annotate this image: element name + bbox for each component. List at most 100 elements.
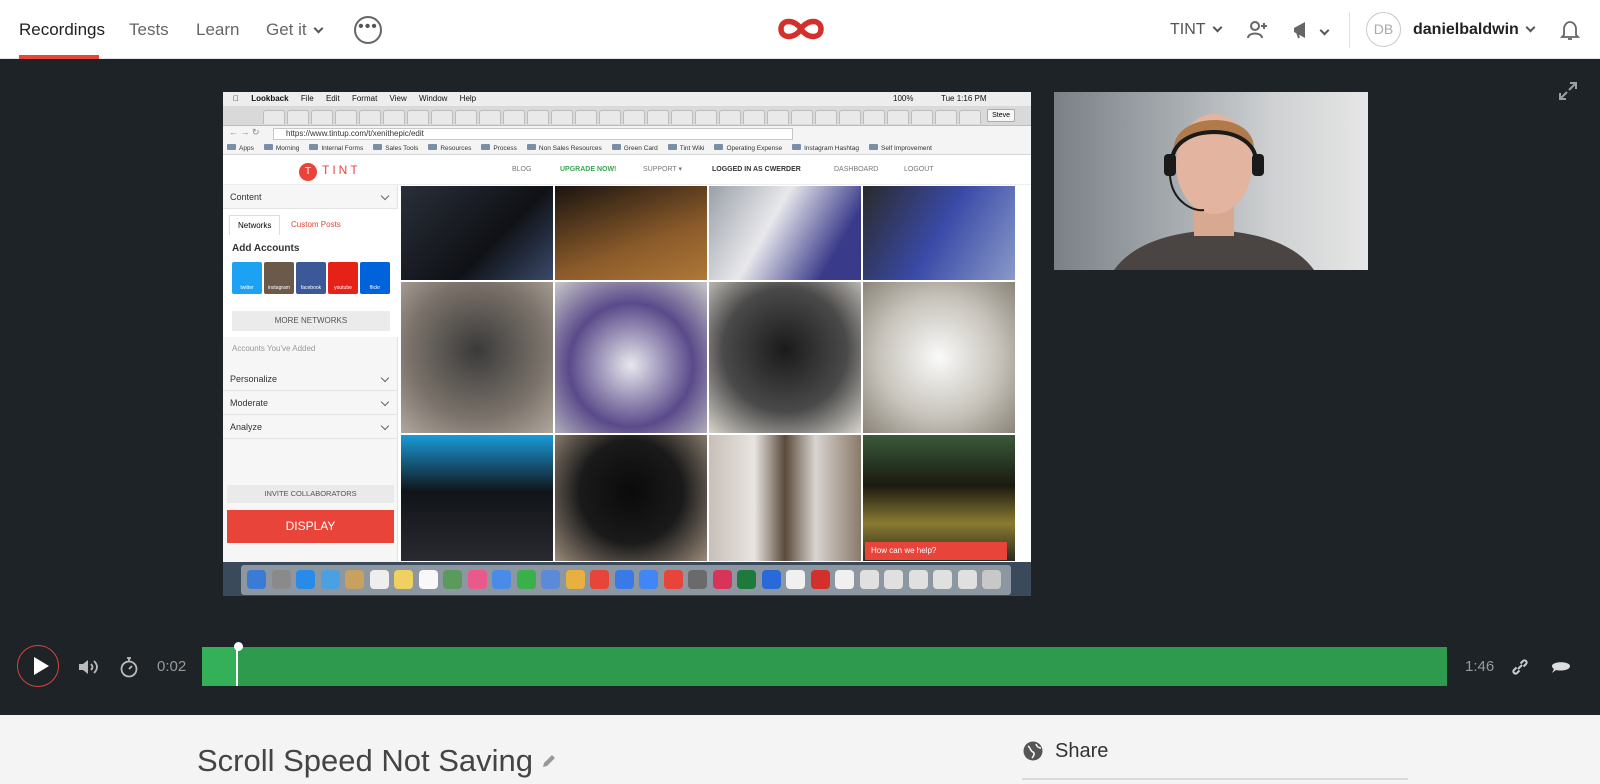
browser-tab bbox=[335, 110, 357, 124]
timeline-scrubber[interactable] bbox=[202, 642, 1447, 686]
bookmark-item: Apps bbox=[227, 145, 254, 152]
dock-app-icon bbox=[541, 570, 560, 589]
browser-tab bbox=[407, 110, 429, 124]
current-time: 0:02 bbox=[157, 658, 187, 675]
mac-menu-item: File bbox=[292, 94, 314, 103]
screen-recording[interactable]:  Lookback File Edit Format View Window … bbox=[223, 92, 1031, 596]
browser-tab bbox=[431, 110, 453, 124]
lookback-logo[interactable] bbox=[776, 14, 826, 44]
browser-tab bbox=[527, 110, 549, 124]
mac-menu-item: Help bbox=[451, 94, 476, 103]
dock-app-icon bbox=[369, 570, 389, 589]
share-button[interactable]: Share bbox=[1055, 737, 1108, 765]
browser-tab bbox=[311, 110, 333, 124]
dock-app-icon bbox=[712, 570, 732, 589]
dock-app-icon bbox=[884, 570, 903, 589]
comment-icon[interactable] bbox=[1549, 655, 1573, 679]
tint-nav-dashboard: DASHBOARD bbox=[834, 166, 879, 173]
bookmark-item: Operating Expense bbox=[714, 145, 782, 152]
nav-divider bbox=[1349, 12, 1350, 48]
more-options-button[interactable]: ••• bbox=[354, 16, 382, 44]
mac-menu-item: Lookback bbox=[243, 94, 288, 103]
browser-tab bbox=[623, 110, 645, 124]
tint-nav-logout: LOGOUT bbox=[904, 166, 934, 173]
browser-tab bbox=[647, 110, 669, 124]
add-accounts-heading: Add Accounts bbox=[232, 243, 300, 254]
browser-tab bbox=[479, 110, 501, 124]
user-menu[interactable]: danielbaldwin bbox=[1413, 0, 1536, 59]
browser-tab-strip: Steve bbox=[223, 106, 1031, 126]
photo-tile bbox=[554, 434, 708, 562]
browser-tab bbox=[287, 110, 309, 124]
browser-tab bbox=[959, 110, 981, 124]
bell-icon[interactable] bbox=[1558, 18, 1582, 42]
browser-tab bbox=[935, 110, 957, 124]
dock-app-icon bbox=[320, 570, 340, 589]
accounts-added-label: Accounts You've Added bbox=[232, 344, 316, 353]
panel-analyze: Analyze bbox=[223, 415, 398, 439]
photo-grid bbox=[400, 185, 1020, 562]
instagram-tile: instagram bbox=[264, 262, 294, 294]
dock-app-icon bbox=[345, 570, 364, 589]
stopwatch-icon[interactable] bbox=[117, 655, 141, 679]
workspace-selector[interactable]: TINT bbox=[1170, 0, 1222, 59]
dock-app-icon bbox=[982, 570, 1001, 589]
nav-get-it-label: Get it bbox=[266, 20, 307, 39]
nav-learn[interactable]: Learn bbox=[196, 0, 239, 59]
dock-app-icon bbox=[418, 570, 438, 589]
playhead-handle[interactable] bbox=[233, 642, 243, 651]
browser-tab bbox=[815, 110, 837, 124]
playback-controls: 0:02 1:46 bbox=[0, 626, 1600, 706]
tint-nav-upgrade: UPGRADE NOW! bbox=[560, 166, 617, 173]
globe-icon bbox=[1023, 741, 1043, 761]
panel-personalize: Personalize bbox=[223, 367, 398, 391]
mac-menu-item: View bbox=[381, 94, 407, 103]
browser-tab bbox=[767, 110, 789, 124]
dock-app-icon bbox=[492, 570, 511, 589]
recording-title: Scroll Speed Not Saving bbox=[197, 743, 534, 778]
link-icon[interactable] bbox=[1508, 655, 1532, 679]
browser-tab bbox=[455, 110, 477, 124]
tint-nav-logged-in: LOGGED IN AS CWERDER bbox=[712, 166, 801, 173]
browser-profile-button: Steve bbox=[987, 109, 1015, 122]
dock-app-icon bbox=[908, 570, 928, 589]
fullscreen-icon[interactable] bbox=[1556, 79, 1580, 103]
volume-icon[interactable] bbox=[76, 655, 100, 679]
photo-tile bbox=[400, 281, 554, 434]
nav-get-it[interactable]: Get it bbox=[266, 0, 324, 59]
help-chat-bar: How can we help? bbox=[865, 542, 1007, 560]
play-button[interactable] bbox=[17, 645, 59, 687]
browser-tab bbox=[719, 110, 741, 124]
webcam-feed[interactable] bbox=[1054, 92, 1368, 270]
photo-tile bbox=[862, 281, 1016, 434]
playhead-line[interactable] bbox=[236, 647, 238, 686]
dock-app-icon bbox=[688, 570, 707, 589]
pencil-icon[interactable] bbox=[540, 752, 558, 770]
chevron-down-icon bbox=[1212, 22, 1222, 33]
dock-app-icon bbox=[271, 570, 291, 589]
add-user-icon[interactable] bbox=[1245, 18, 1269, 42]
dock-app-icon bbox=[957, 570, 977, 589]
dock-app-icon bbox=[761, 570, 781, 589]
played-progress bbox=[202, 647, 236, 686]
browser-tab bbox=[911, 110, 933, 124]
url-bar: https://www.tintup.com/t/xenithepic/edit bbox=[273, 128, 793, 140]
subtab-networks: Networks bbox=[229, 215, 281, 235]
browser-address-row: ← → ↻ https://www.tintup.com/t/xenithepi… bbox=[223, 126, 1031, 142]
megaphone-icon[interactable] bbox=[1291, 18, 1315, 42]
bookmarks-bar: Apps Morning Internal Forms Sales Tools Reso… bbox=[223, 142, 1031, 155]
subtab-custom-posts: Custom Posts bbox=[291, 220, 341, 229]
chevron-down-icon[interactable] bbox=[1319, 25, 1330, 36]
dock-app-icon bbox=[810, 570, 830, 589]
nav-tests[interactable]: Tests bbox=[129, 0, 169, 59]
workspace-name: TINT bbox=[1170, 21, 1206, 38]
photo-tile bbox=[708, 281, 862, 434]
dock-app-icon bbox=[394, 570, 413, 589]
browser-tab bbox=[695, 110, 717, 124]
avatar[interactable]: DB bbox=[1366, 12, 1401, 47]
browser-tab bbox=[503, 110, 525, 124]
share-divider bbox=[1022, 778, 1408, 780]
dock-app-icon bbox=[443, 570, 462, 589]
nav-recordings[interactable]: Recordings bbox=[19, 0, 105, 59]
photo-tile bbox=[400, 185, 554, 281]
